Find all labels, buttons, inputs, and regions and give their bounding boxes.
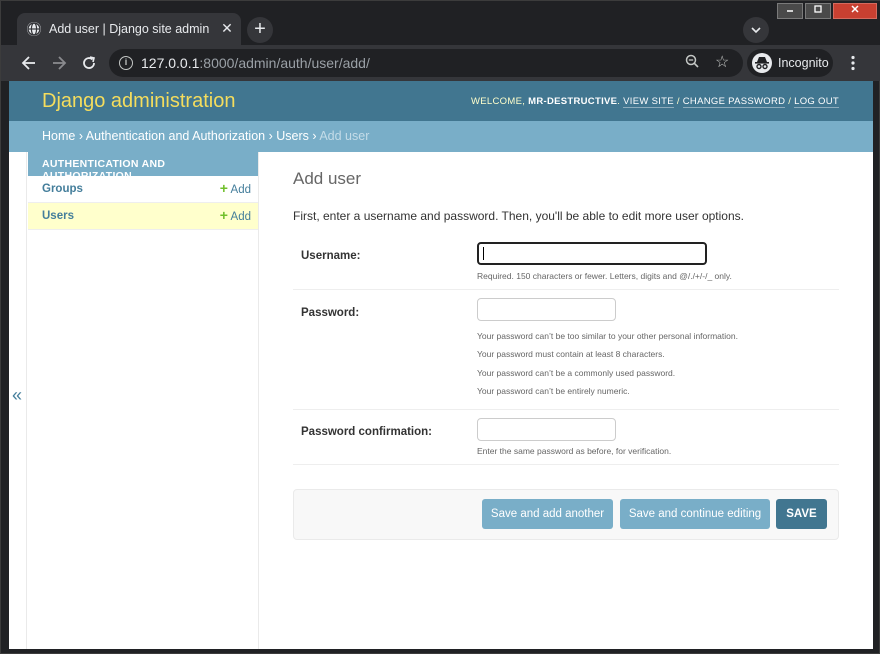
add-group-link[interactable]: + Add [219, 180, 251, 196]
breadcrumb-current: Add user [319, 129, 370, 143]
form-intro: First, enter a username and password. Th… [293, 209, 744, 223]
browser-tab[interactable]: Add user | Django site admin ✕ [17, 13, 241, 45]
save-and-continue-button[interactable]: Save and continue editing [620, 499, 770, 529]
sidebar-toggle[interactable]: « [9, 152, 27, 649]
plus-icon[interactable]: + [247, 17, 273, 43]
browser-window: Add user | Django site admin ✕ + i 127.0… [0, 0, 880, 654]
incognito-icon [752, 53, 772, 73]
breadcrumb: Home › Authentication and Authorization … [9, 121, 873, 152]
incognito-label: Incognito [778, 56, 829, 70]
info-icon[interactable]: i [119, 56, 133, 70]
globe-icon [27, 22, 41, 36]
url-text: 127.0.0.1:8000/admin/auth/user/add/ [141, 55, 370, 71]
password-confirmation-row: Password confirmation: Enter the same pa… [293, 410, 839, 465]
reload-icon[interactable] [77, 51, 101, 75]
separator: / [788, 96, 792, 107]
view-site-link[interactable]: View site [623, 96, 674, 108]
welcome-text: Welcome, [471, 96, 526, 107]
add-user-link[interactable]: + Add [219, 207, 251, 223]
user-tools: Welcome, mr-destructive. View site / Cha… [471, 96, 839, 108]
password-input[interactable] [477, 298, 616, 321]
zoom-icon[interactable] [685, 54, 699, 71]
password-help-1: Your password can’t be too similar to yo… [477, 331, 738, 341]
window-close-icon[interactable] [833, 3, 877, 19]
username: mr-destructive [528, 96, 618, 107]
close-icon[interactable]: ✕ [219, 20, 235, 36]
chevron-down-icon[interactable] [743, 17, 769, 43]
submit-row: Save and add another Save and continue e… [293, 489, 839, 540]
change-password-link[interactable]: Change password [682, 96, 786, 108]
tab-strip: Add user | Django site admin ✕ + [1, 1, 880, 45]
back-arrow-icon[interactable] [17, 51, 41, 75]
page-title: Add user [293, 169, 362, 188]
breadcrumb-separator: › [312, 129, 317, 143]
password-confirmation-help: Enter the same password as before, for v… [477, 446, 672, 456]
username-label: Username: [301, 250, 361, 262]
nav-sidebar: Authentication and Authorization Groups … [28, 152, 259, 649]
username-input[interactable] [477, 242, 707, 265]
username-help: Required. 150 characters or fewer. Lette… [477, 271, 732, 281]
username-row: Username: Required. 150 characters or fe… [293, 234, 839, 290]
forward-arrow-icon[interactable] [47, 51, 71, 75]
sidebar-item-label[interactable]: Users [42, 210, 74, 222]
password-label: Password: [301, 307, 360, 319]
password-help-3: Your password can’t be a commonly used p… [477, 368, 676, 378]
separator: / [676, 96, 680, 107]
save-and-add-another-button[interactable]: Save and add another [482, 499, 613, 529]
breadcrumb-model[interactable]: Users [276, 129, 309, 143]
incognito-badge[interactable]: Incognito [747, 49, 833, 77]
password-confirmation-label: Password confirmation: [301, 426, 432, 438]
password-help-4: Your password can’t be entirely numeric. [477, 386, 630, 396]
plus-icon: + [219, 207, 228, 223]
sidebar-item-label[interactable]: Groups [42, 183, 83, 195]
site-branding[interactable]: Django administration [42, 90, 235, 113]
kebab-menu-icon[interactable] [845, 51, 861, 75]
save-button[interactable]: SAVE [776, 499, 827, 529]
maximize-icon[interactable] [805, 3, 831, 19]
admin-page: Django administration Welcome, mr-destru… [9, 81, 873, 649]
sidebar-item-groups: Groups + Add [28, 176, 258, 203]
log-out-link[interactable]: Log out [794, 96, 839, 108]
plus-icon: + [219, 180, 228, 196]
password-row: Password: Your password can’t be too sim… [293, 290, 839, 410]
breadcrumb-separator: › [268, 129, 273, 143]
breadcrumb-app[interactable]: Authentication and Authorization [86, 129, 265, 143]
address-bar[interactable]: i 127.0.0.1:8000/admin/auth/user/add/ ☆ [109, 49, 743, 77]
collapse-sidebar-icon[interactable]: « [12, 385, 22, 406]
browser-toolbar: i 127.0.0.1:8000/admin/auth/user/add/ ☆ … [1, 45, 880, 81]
text-caret [483, 247, 484, 260]
password-confirmation-input[interactable] [477, 418, 616, 441]
sidebar-app-caption[interactable]: Authentication and Authorization [28, 152, 258, 182]
minimize-icon[interactable] [777, 3, 803, 19]
password-help-2: Your password must contain at least 8 ch… [477, 349, 665, 359]
breadcrumb-home[interactable]: Home [42, 129, 75, 143]
sidebar-item-users: Users + Add [28, 203, 258, 230]
tab-title: Add user | Django site admin [49, 22, 210, 36]
admin-header: Django administration Welcome, mr-destru… [9, 81, 873, 121]
star-icon[interactable]: ☆ [715, 52, 729, 72]
window-controls [777, 3, 879, 19]
breadcrumb-separator: › [78, 129, 83, 143]
